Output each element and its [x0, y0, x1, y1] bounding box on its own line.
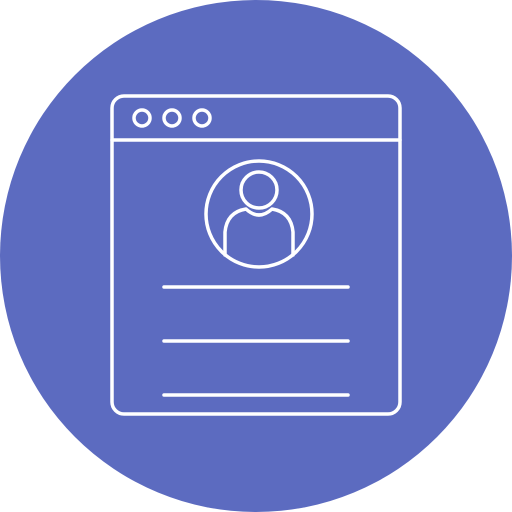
profile-webpage-icon [0, 0, 512, 512]
profile-webpage-icon-graphic [0, 0, 512, 512]
background-circle [0, 0, 512, 512]
